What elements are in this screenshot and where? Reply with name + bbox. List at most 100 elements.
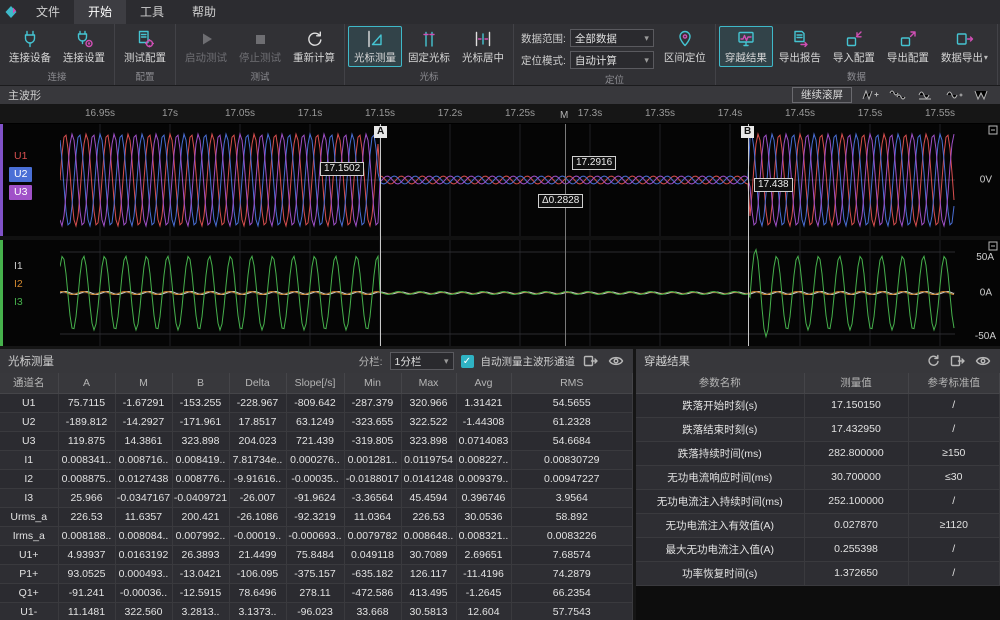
export-report-icon <box>789 29 811 49</box>
voltage-wave-plot[interactable]: 0V <box>60 124 1000 236</box>
table-cell: 17.432950 <box>804 417 908 441</box>
table-cell: 54.5655 <box>511 393 633 412</box>
result-table-row[interactable]: 无功电流注入有效值(A)0.027870≥1120 <box>636 513 1000 537</box>
cursor-center-icon <box>472 29 494 49</box>
measure-table-row[interactable]: Irms_a0.008188..0.008084..0.007992..-0.0… <box>0 526 633 545</box>
cursor-measure-panel: 光标测量 分栏: 1分栏 ▾ ✓ 自动测量主波形通道 <box>0 349 633 620</box>
continue-scroll-button[interactable]: 继续滚屏 <box>792 87 852 103</box>
wave-mode-marker-icon[interactable] <box>860 89 880 102</box>
table-cell: 0.0141248 <box>401 469 456 488</box>
interval-position-button[interactable]: 区间定位 <box>658 26 712 67</box>
table-cell: 78.6496 <box>229 583 286 602</box>
channel-label-i2[interactable]: I2 <box>9 277 28 292</box>
measure-table-row[interactable]: Urms_a226.5311.6357200.421-26.1086-92.32… <box>0 507 633 526</box>
cursor-center-button[interactable]: 光标居中 <box>456 26 510 67</box>
bottom-panels: 光标测量 分栏: 1分栏 ▾ ✓ 自动测量主波形通道 <box>0 346 1000 620</box>
time-tick-label: 17.25s <box>505 108 535 119</box>
result-table-row[interactable]: 功率恢复时间(s)1.372650/ <box>636 561 1000 585</box>
result-table-row[interactable]: 最大无功电流注入值(A)0.255398/ <box>636 537 1000 561</box>
table-cell: U3 <box>0 431 58 450</box>
table-cell: 17.8517 <box>229 412 286 431</box>
channel-label-i1[interactable]: I1 <box>9 259 28 274</box>
measure-table-row[interactable]: U175.7115-1.67291-153.255-228.967-809.64… <box>0 393 633 412</box>
column-header: 参考标准值 <box>908 373 1000 393</box>
time-tick-label: 17.5s <box>858 108 882 119</box>
scale-corner-icon[interactable] <box>988 125 998 135</box>
table-cell: 跌落持续时间(ms) <box>636 441 804 465</box>
channel-label-u2[interactable]: U2 <box>9 167 32 182</box>
measure-table-row[interactable]: I20.008875..0.01274380.008776..-9.91616.… <box>0 469 633 488</box>
visibility-icon[interactable] <box>607 354 625 368</box>
result-table-row[interactable]: 跌落开始时刻(s)17.150150/ <box>636 393 1000 417</box>
data-range-select[interactable]: 全部数据 ▾ <box>570 29 654 47</box>
result-table-row[interactable]: 无功电流注入持续时间(ms)252.100000/ <box>636 489 1000 513</box>
table-cell: 74.2879 <box>511 564 633 583</box>
menu-item-file[interactable]: 文件 <box>22 0 74 24</box>
panel-title: 穿越结果 <box>644 353 690 369</box>
refresh-icon[interactable] <box>924 354 942 368</box>
menu-item-tools[interactable]: 工具 <box>126 0 178 24</box>
export-result-icon[interactable] <box>949 354 967 368</box>
measure-table-row[interactable]: I325.966-0.0347167-0.0409721-26.007-91.9… <box>0 488 633 507</box>
data-export-button[interactable]: 数据导出 ▾ <box>935 26 994 67</box>
wave-mode-add-icon[interactable] <box>944 89 964 102</box>
wave-mode-dual-icon[interactable] <box>888 89 908 102</box>
measure-table-row[interactable]: U1+4.939370.016319226.389321.449975.8484… <box>0 545 633 564</box>
export-report-button[interactable]: 导出报告 <box>773 26 827 67</box>
table-cell: 无功电流注入有效值(A) <box>636 513 804 537</box>
button-label: 连接设备 <box>9 50 51 65</box>
connect-settings-button[interactable]: 连接设置 <box>57 26 111 67</box>
channel-label-u3[interactable]: U3 <box>9 185 32 200</box>
menu-item-start[interactable]: 开始 <box>74 0 126 24</box>
table-cell: 75.7115 <box>58 393 115 412</box>
wave-mode-overlay-icon[interactable] <box>972 89 992 102</box>
import-config-button[interactable]: 导入配置 <box>827 26 881 67</box>
voltage-panel[interactable]: U1 U2 U3 0V <box>0 124 1000 236</box>
scale-corner-icon[interactable] <box>988 241 998 251</box>
measure-table-row[interactable]: U2-189.812-14.2927-171.96117.851763.1249… <box>0 412 633 431</box>
channel-label-u1[interactable]: U1 <box>9 149 32 164</box>
table-cell: -0.0188017 <box>344 469 401 488</box>
auto-measure-checkbox[interactable]: ✓ <box>461 355 474 368</box>
split-select[interactable]: 1分栏 ▾ <box>390 352 454 370</box>
ride-through-result-button[interactable]: 穿越结果 <box>719 26 773 67</box>
position-mode-select[interactable]: 自动计算 ▾ <box>570 51 654 69</box>
start-test-button[interactable]: 启动测试 <box>179 26 233 67</box>
table-cell: 93.0525 <box>58 564 115 583</box>
current-panel[interactable]: I1 I2 I3 50A 0A -50A <box>0 240 1000 346</box>
connect-device-button[interactable]: 连接设备 <box>3 26 57 67</box>
recalculate-button[interactable]: 重新计算 <box>287 26 341 67</box>
fixed-cursor-button[interactable]: 固定光标 <box>402 26 456 67</box>
table-cell: ≤30 <box>908 465 1000 489</box>
table-cell: -1.44308 <box>456 412 511 431</box>
measure-table-row[interactable]: I10.008341..0.008716..0.008419..7.81734e… <box>0 450 633 469</box>
main-waveform-section: 主波形 继续滚屏 16.95s17s17.05s17.1s17.15s17.2s… <box>0 86 1000 346</box>
measure-table-row[interactable]: P1+93.05250.000493..-13.0421-106.095-375… <box>0 564 633 583</box>
visibility-icon[interactable] <box>974 354 992 368</box>
result-table-row[interactable]: 跌落结束时刻(s)17.432950/ <box>636 417 1000 441</box>
measure-table-row[interactable]: Q1+-91.241-0.00036..-12.591578.6496278.1… <box>0 583 633 602</box>
current-wave-plot[interactable]: 50A 0A -50A <box>60 240 1000 346</box>
ribbon-group-data: 穿越结果 导出报告 导入配置 <box>716 24 998 85</box>
table-cell: -319.805 <box>344 431 401 450</box>
menu-item-help[interactable]: 帮助 <box>178 0 230 24</box>
button-label: 导出配置 <box>887 50 929 65</box>
table-cell: 跌落开始时刻(s) <box>636 393 804 417</box>
wave-mode-baseline-icon[interactable] <box>916 89 936 102</box>
table-cell: 3.9564 <box>511 488 633 507</box>
time-tick-label: 17.15s <box>365 108 395 119</box>
measure-table-row[interactable]: U1-11.1481322.5603.2813..3.1373..-96.023… <box>0 602 633 620</box>
stop-test-button[interactable]: 停止测试 <box>233 26 287 67</box>
export-config-button[interactable]: 导出配置 <box>881 26 935 67</box>
result-table-row[interactable]: 跌落持续时间(ms)282.800000≥150 <box>636 441 1000 465</box>
table-cell: -809.642 <box>286 393 344 412</box>
table-cell: 3.2813.. <box>172 602 229 620</box>
result-table-row[interactable]: 无功电流响应时间(ms)30.700000≤30 <box>636 465 1000 489</box>
cursor-measure-button[interactable]: 光标测量 <box>348 26 402 67</box>
measure-table-row[interactable]: U3119.87514.3861323.898204.023721.439-31… <box>0 431 633 450</box>
export-table-icon[interactable] <box>582 354 600 368</box>
channel-label-i3[interactable]: I3 <box>9 295 28 310</box>
test-config-button[interactable]: 测试配置 <box>118 26 172 67</box>
cursor-measure-icon <box>364 29 386 49</box>
table-cell: 0.0714083 <box>456 431 511 450</box>
